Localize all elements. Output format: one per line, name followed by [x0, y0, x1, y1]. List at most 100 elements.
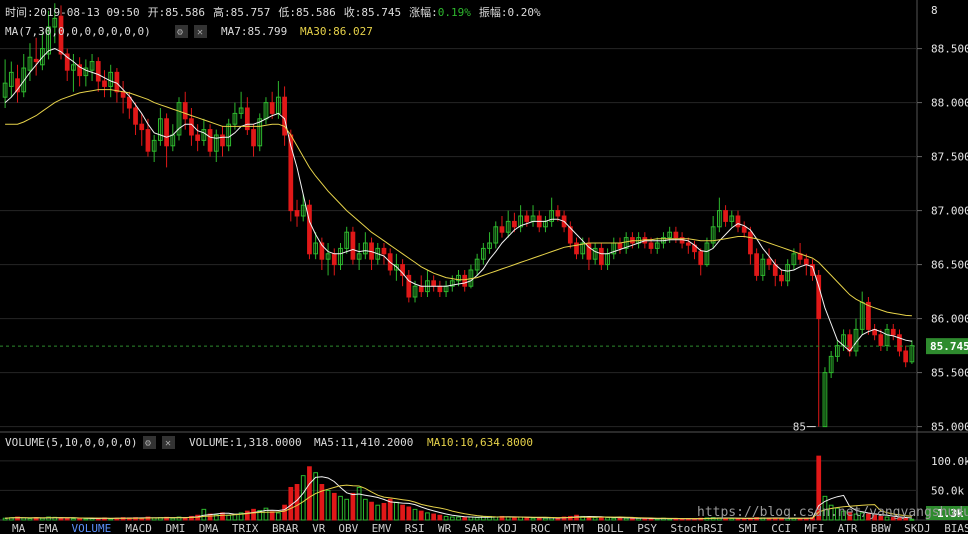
candle-body: [754, 253, 759, 276]
volume-bar: [325, 489, 331, 521]
indicator-tab-trix[interactable]: TRIX: [232, 522, 259, 534]
price-axis-ticks: 85.000 85.500 86.000 86.500 87.000 87.500 88.0…: [917, 43, 968, 434]
indicator-tab-ma[interactable]: MA: [12, 522, 26, 534]
candle-body: [33, 58, 39, 63]
price-tick-label: 88.500: [931, 43, 968, 56]
indicator-tab-skdj[interactable]: SKDJ: [904, 522, 931, 534]
ma7-line: [4, 48, 912, 352]
volume-bar: [524, 517, 530, 521]
indicator-tab-dma[interactable]: DMA: [199, 522, 219, 534]
volume-bar: [530, 517, 536, 521]
indicator-tab-rsi[interactable]: RSI: [405, 522, 425, 534]
candle-body: [182, 102, 188, 120]
volume-bar: [474, 517, 480, 521]
volume-bar: [27, 518, 33, 521]
volume-bar: [294, 484, 300, 521]
indicator-tab-obv[interactable]: OBV: [338, 522, 358, 534]
candle-body: [648, 242, 654, 249]
indicator-tab-emv[interactable]: EMV: [372, 522, 392, 534]
candle-body: [195, 134, 201, 141]
volume-bar: [375, 504, 381, 521]
candlestick-series: [2, 3, 915, 428]
volume-bar: [369, 501, 374, 521]
ohlc-info-bar: 时间:2019-08-13 09:50 开:85.586 高:85.757 低:85.…: [5, 5, 541, 19]
candle-body: [685, 242, 691, 246]
candle-body: [499, 226, 505, 233]
open-value: 85.586: [165, 6, 205, 19]
price-tick-label: 86.500: [931, 259, 968, 272]
indicator-tab-mtm[interactable]: MTM: [564, 522, 584, 534]
candle-body: [139, 123, 145, 131]
candle-body: [418, 285, 424, 293]
indicator-tab-cci[interactable]: CCI: [771, 522, 791, 534]
ma-params[interactable]: MA(7,30,0,0,0,0,0,0,0): [5, 25, 151, 38]
volume-params[interactable]: VOLUME(5,10,0,0,0,0): [5, 436, 137, 449]
candle-body: [617, 242, 623, 249]
indicator-tab-roc[interactable]: ROC: [531, 522, 551, 534]
volume-bar: [630, 518, 635, 521]
volume-bar: [40, 517, 45, 521]
candle-body: [779, 274, 784, 282]
volume-gridlines: [0, 460, 917, 491]
candle-body: [431, 280, 437, 287]
volume-settings-icon[interactable]: ⚙: [143, 436, 156, 449]
indicator-tab-volume[interactable]: VOLUME: [72, 522, 112, 534]
indicator-tab-smi[interactable]: SMI: [738, 522, 758, 534]
volume-bar: [338, 495, 343, 521]
indicator-tab-brar[interactable]: BRAR: [272, 522, 299, 534]
indicator-tab-wr[interactable]: WR: [438, 522, 452, 534]
volume-bar: [443, 515, 449, 521]
volume-axis-ticks: 100.0k 50.0k: [931, 455, 968, 498]
candle-body: [803, 258, 809, 266]
volume-bar: [431, 513, 437, 521]
candle-body: [251, 129, 256, 147]
indicator-tab-kdj[interactable]: KDJ: [498, 522, 518, 534]
indicator-tab-bias[interactable]: BIAS: [944, 522, 968, 534]
volume-bar: [400, 504, 405, 521]
volume-bar: [319, 484, 325, 521]
low-label: 低:: [278, 6, 296, 19]
volume-bar: [462, 517, 468, 521]
indicator-tab-psy[interactable]: PSY: [637, 522, 657, 534]
ma7-value: MA7:85.799: [221, 25, 287, 38]
ma-close-icon[interactable]: ✕: [194, 25, 207, 38]
indicator-tab-atr[interactable]: ATR: [838, 522, 858, 534]
indicator-tab-mfi[interactable]: MFI: [805, 522, 825, 534]
ma-settings-icon[interactable]: ⚙: [175, 25, 188, 38]
candle-body: [437, 285, 443, 293]
volume-bar: [282, 504, 287, 521]
indicator-tab-boll[interactable]: BOLL: [597, 522, 624, 534]
candle-body: [269, 102, 275, 114]
indicator-tab-macd[interactable]: MACD: [125, 522, 151, 534]
volume-value: VOLUME:1,318.0000: [189, 436, 302, 449]
high-value: 85.757: [231, 6, 271, 19]
chart-canvas[interactable]: 85.745 85 8 时间:2019-08-13 09:50 开:85.586 高…: [0, 0, 968, 534]
indicator-tab-bbw[interactable]: BBW: [871, 522, 891, 534]
high-label: 高:: [213, 5, 231, 19]
ma30-value: MA30:86.027: [300, 25, 373, 38]
volume-bar: [71, 518, 76, 521]
volume-bar: [425, 512, 430, 521]
candle-body: [673, 231, 679, 239]
indicator-tab-sar[interactable]: SAR: [464, 522, 484, 534]
candle-body: [741, 226, 747, 233]
volume-tick-label: 50.0k: [931, 484, 964, 497]
volume-bar: [412, 508, 418, 521]
candle-body: [462, 274, 468, 287]
volume-bar: [437, 514, 443, 521]
volume-bar: [220, 512, 225, 521]
indicator-tab-ema[interactable]: EMA: [38, 522, 58, 534]
candle-body: [748, 231, 753, 255]
candle-body: [890, 328, 896, 336]
svg-text:✕: ✕: [197, 27, 203, 38]
candle-body: [698, 251, 704, 266]
indicator-tab-vr[interactable]: VR: [312, 522, 326, 534]
candle-body: [524, 215, 530, 222]
amplitude-value: 0.20%: [507, 6, 540, 19]
volume-tick-label: 100.0k: [931, 455, 968, 468]
indicator-tab-dmi[interactable]: DMI: [166, 522, 186, 534]
volume-bar: [64, 517, 70, 521]
indicator-tab-stochrsi[interactable]: StochRSI: [670, 522, 723, 534]
svg-text:⚙: ⚙: [176, 27, 183, 38]
volume-close-icon[interactable]: ✕: [162, 436, 175, 449]
